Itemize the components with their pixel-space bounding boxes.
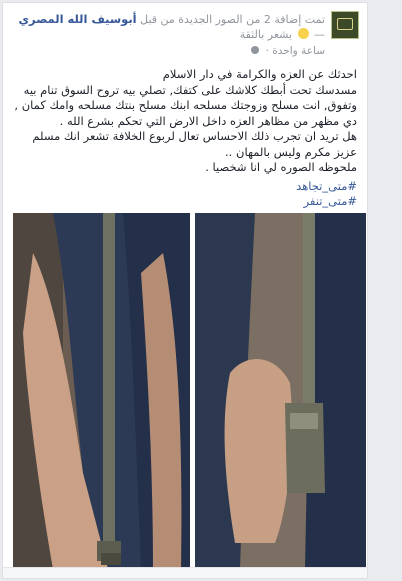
dash: — bbox=[314, 28, 325, 41]
post-paragraph: احدثك عن العزه والكرامة في دار الاسلام bbox=[162, 67, 357, 81]
hashtag-link[interactable]: #متى_تجاهد bbox=[296, 179, 357, 194]
smiley-icon bbox=[297, 28, 309, 39]
feeling-text[interactable]: يشعر بالثقة bbox=[240, 28, 292, 41]
author-name-link[interactable]: أبوسيف الله المصري bbox=[19, 12, 137, 26]
post-photo-2[interactable] bbox=[195, 213, 366, 569]
post-photo-2-image bbox=[195, 213, 366, 569]
post-card: تمت إضافة 2 من الصور الجديدة من قبل أبوس… bbox=[2, 2, 368, 579]
post-header-line: تمت إضافة 2 من الصور الجديدة من قبل أبوس… bbox=[19, 12, 325, 26]
post-paragraph: هل تريد ان تجرب ذلك الاحساس تعال لربوع ا… bbox=[32, 129, 357, 159]
post-body: احدثك عن العزه والكرامة في دار الاسلام م… bbox=[7, 67, 357, 176]
post-footer bbox=[3, 567, 367, 578]
feeling-line: — يشعر بالثقة bbox=[240, 28, 325, 41]
meta-separator: · bbox=[265, 45, 269, 57]
post-action-text: تمت إضافة 2 من الصور الجديدة من قبل bbox=[140, 13, 325, 26]
post-paragraph: مسدسك تحت أبطك كلاشك على كتفك, تصلي بيه … bbox=[14, 82, 357, 128]
post-paragraph: ملحوظه الصوره لي انا شخصيا . bbox=[205, 160, 357, 174]
hashtag-list: #متى_تجاهد #متى_تنفر bbox=[296, 179, 357, 209]
post-photo-1-image bbox=[13, 213, 190, 569]
post-header: تمت إضافة 2 من الصور الجديدة من قبل أبوس… bbox=[9, 11, 359, 63]
hashtag-link[interactable]: #متى_تنفر bbox=[296, 194, 357, 209]
photo-grid bbox=[13, 213, 366, 569]
timestamp-line: ساعة واحدة · bbox=[251, 45, 325, 57]
post-photo-1[interactable] bbox=[13, 213, 190, 569]
page-logo-icon[interactable] bbox=[331, 11, 359, 39]
globe-icon[interactable] bbox=[251, 46, 260, 54]
timestamp-link[interactable]: ساعة واحدة bbox=[272, 45, 325, 57]
